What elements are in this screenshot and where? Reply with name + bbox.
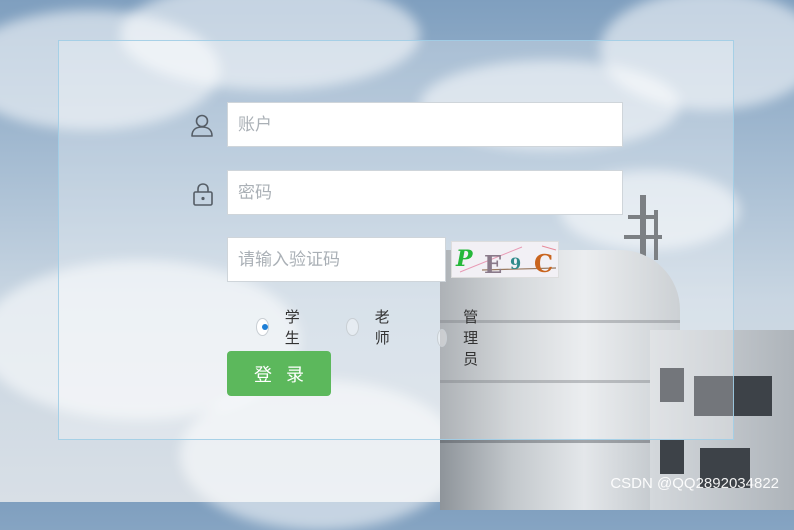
role-label: 管理员 [463, 308, 479, 368]
role-option-admin[interactable]: 管理员 [437, 306, 486, 369]
captcha-image[interactable]: P E 9 C [451, 241, 559, 278]
role-label: 老师 [374, 308, 390, 347]
captcha-char: P [456, 246, 473, 272]
password-input[interactable] [227, 170, 623, 215]
radio-button[interactable] [437, 328, 448, 347]
user-icon [189, 112, 215, 138]
captcha-input[interactable] [227, 237, 446, 282]
login-button[interactable]: 登录 [227, 351, 331, 396]
role-option-teacher[interactable]: 老师 [346, 306, 395, 348]
captcha-char: 9 [510, 254, 522, 273]
captcha-char: E [484, 250, 503, 278]
radio-button[interactable] [346, 318, 359, 336]
lock-icon [190, 181, 216, 207]
account-input[interactable] [227, 102, 623, 147]
role-label: 学生 [284, 308, 300, 347]
captcha-char: C [534, 249, 554, 278]
role-option-student[interactable]: 学生 [256, 306, 305, 348]
watermark: CSDN @QQ2892034822 [610, 475, 779, 492]
radio-button[interactable] [256, 318, 269, 336]
